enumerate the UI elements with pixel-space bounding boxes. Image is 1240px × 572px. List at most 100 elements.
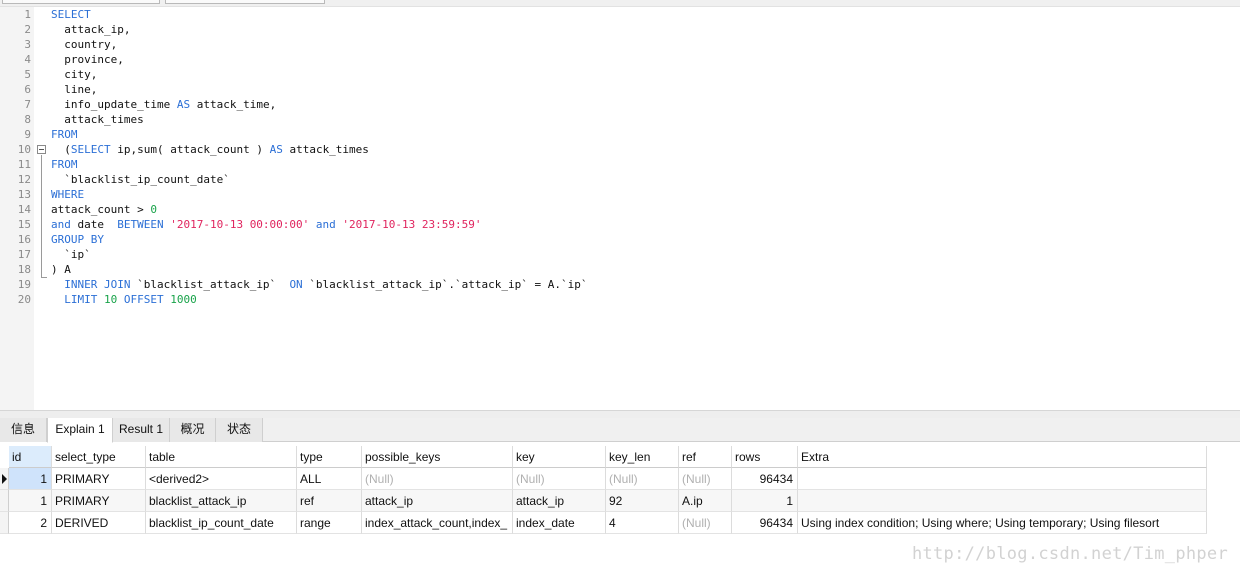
cell-key-len[interactable]: 4: [606, 512, 679, 534]
cell-key-len[interactable]: (Null): [606, 468, 679, 490]
code-line[interactable]: 6 line,: [0, 82, 1240, 97]
sql-string: '2017-10-13 00:00:00': [170, 218, 310, 231]
col-header-id[interactable]: id: [9, 446, 52, 468]
cell-extra[interactable]: [798, 490, 1207, 512]
cell-id[interactable]: 2: [9, 512, 52, 534]
cell-type[interactable]: range: [297, 512, 362, 534]
col-header-key[interactable]: key: [513, 446, 606, 468]
sql-string: '2017-10-13 23:59:59': [342, 218, 482, 231]
top-tab-strip: [0, 0, 1240, 7]
code-line[interactable]: 16 GROUP BY: [0, 232, 1240, 247]
code-line[interactable]: 19 INNER JOIN `blacklist_attack_ip` ON `…: [0, 277, 1240, 292]
col-header-possible-keys[interactable]: possible_keys: [362, 446, 513, 468]
code-line[interactable]: 3 country,: [0, 37, 1240, 52]
sql-keyword: FROM: [51, 128, 78, 141]
code-text: country,: [51, 37, 117, 52]
cell-extra[interactable]: Using index condition; Using where; Usin…: [798, 512, 1207, 534]
table-row[interactable]: 1 PRIMARY <derived2> ALL (Null) (Null) (…: [0, 468, 1207, 490]
code-line[interactable]: 18 ) A: [0, 262, 1240, 277]
line-number: 18: [17, 263, 31, 276]
sql-keyword: GROUP BY: [51, 233, 104, 246]
cell-type[interactable]: ALL: [297, 468, 362, 490]
tab-info[interactable]: 信息: [0, 418, 47, 442]
code-text: attack_count > 0: [51, 202, 157, 217]
sql-number: 1000: [170, 293, 197, 306]
cell-key-len[interactable]: 92: [606, 490, 679, 512]
col-header-select-type[interactable]: select_type: [52, 446, 146, 468]
code-line[interactable]: 8 attack_times: [0, 112, 1240, 127]
code-line[interactable]: 7 info_update_time AS attack_time,: [0, 97, 1240, 112]
line-number: 1: [24, 8, 31, 21]
cell-select-type[interactable]: DERIVED: [52, 512, 146, 534]
row-indicator[interactable]: [0, 490, 9, 512]
cell-table[interactable]: <derived2>: [146, 468, 297, 490]
code-text: ) A: [51, 262, 71, 277]
col-header-extra[interactable]: Extra: [798, 446, 1207, 468]
row-indicator[interactable]: [0, 468, 9, 490]
panel-splitter[interactable]: [0, 410, 1240, 418]
watermark: http://blog.csdn.net/Tim_phper: [911, 544, 1228, 564]
code-line[interactable]: 9 FROM: [0, 127, 1240, 142]
cell-table[interactable]: blacklist_ip_count_date: [146, 512, 297, 534]
code-line[interactable]: 20 LIMIT 10 OFFSET 1000: [0, 292, 1240, 307]
code-line[interactable]: 11 FROM: [0, 157, 1240, 172]
table-row[interactable]: 1 PRIMARY blacklist_attack_ip ref attack…: [0, 490, 1207, 512]
cell-id[interactable]: 1: [9, 468, 52, 490]
cell-rows[interactable]: 96434: [732, 512, 798, 534]
col-header-table[interactable]: table: [146, 446, 297, 468]
cell-id[interactable]: 1: [9, 490, 52, 512]
col-header-type[interactable]: type: [297, 446, 362, 468]
query-tab-stub[interactable]: [165, 0, 325, 4]
code-line[interactable]: 17 `ip`: [0, 247, 1240, 262]
cell-key[interactable]: index_date: [513, 512, 606, 534]
line-number: 6: [24, 83, 31, 96]
table-row[interactable]: 2 DERIVED blacklist_ip_count_date range …: [0, 512, 1207, 534]
cell-possible-keys[interactable]: (Null): [362, 468, 513, 490]
col-header-ref[interactable]: ref: [679, 446, 732, 468]
sql-text: attack_time,: [190, 98, 277, 111]
sql-text: ip,sum( attack_count ): [110, 143, 270, 156]
code-line[interactable]: 10 (SELECT ip,sum( attack_count ) AS att…: [0, 142, 1240, 157]
code-line[interactable]: 5 city,: [0, 67, 1240, 82]
code-text: city,: [51, 67, 97, 82]
code-line[interactable]: 1 SELECT: [0, 7, 1240, 22]
cell-ref[interactable]: (Null): [679, 468, 732, 490]
code-line[interactable]: 13 WHERE: [0, 187, 1240, 202]
cell-select-type[interactable]: PRIMARY: [52, 490, 146, 512]
fold-toggle-icon[interactable]: [37, 145, 46, 154]
cell-possible-keys[interactable]: index_attack_count,index_: [362, 512, 513, 534]
tab-overview[interactable]: 概况: [170, 418, 216, 442]
sql-keyword: AS: [176, 98, 191, 111]
fold-guide-end: [41, 277, 47, 278]
cell-ref[interactable]: A.ip: [679, 490, 732, 512]
col-header-rows[interactable]: rows: [732, 446, 798, 468]
row-indicator[interactable]: [0, 512, 9, 534]
sql-editor[interactable]: 1 SELECT 2 attack_ip, 3 country, 4 province,…: [0, 7, 1240, 410]
cell-rows[interactable]: 96434: [732, 468, 798, 490]
cell-extra[interactable]: [798, 468, 1207, 490]
query-tab-stub[interactable]: [2, 0, 160, 4]
cell-type[interactable]: ref: [297, 490, 362, 512]
cell-table[interactable]: blacklist_attack_ip: [146, 490, 297, 512]
cell-key[interactable]: attack_ip: [513, 490, 606, 512]
cell-key[interactable]: (Null): [513, 468, 606, 490]
tab-explain-1[interactable]: Explain 1: [47, 418, 113, 443]
cell-ref[interactable]: (Null): [679, 512, 732, 534]
cell-select-type[interactable]: PRIMARY: [52, 468, 146, 490]
code-line[interactable]: 12 `blacklist_ip_count_date`: [0, 172, 1240, 187]
code-line[interactable]: 15 and date BETWEEN '2017-10-13 00:00:00'…: [0, 217, 1240, 232]
col-header-key-len[interactable]: key_len: [606, 446, 679, 468]
cell-rows[interactable]: 1: [732, 490, 798, 512]
sql-keyword: LIMIT: [64, 293, 98, 306]
sql-keyword: WHERE: [51, 188, 85, 201]
line-number: 8: [24, 113, 31, 126]
sql-keyword: FROM: [51, 158, 78, 171]
cell-possible-keys[interactable]: attack_ip: [362, 490, 513, 512]
tab-status[interactable]: 状态: [216, 418, 263, 442]
sql-text: attack_count >: [51, 203, 151, 216]
code-line[interactable]: 2 attack_ip,: [0, 22, 1240, 37]
tab-result-1[interactable]: Result 1: [113, 418, 170, 442]
code-line[interactable]: 14 attack_count > 0: [0, 202, 1240, 217]
line-number: 12: [17, 173, 31, 186]
code-line[interactable]: 4 province,: [0, 52, 1240, 67]
